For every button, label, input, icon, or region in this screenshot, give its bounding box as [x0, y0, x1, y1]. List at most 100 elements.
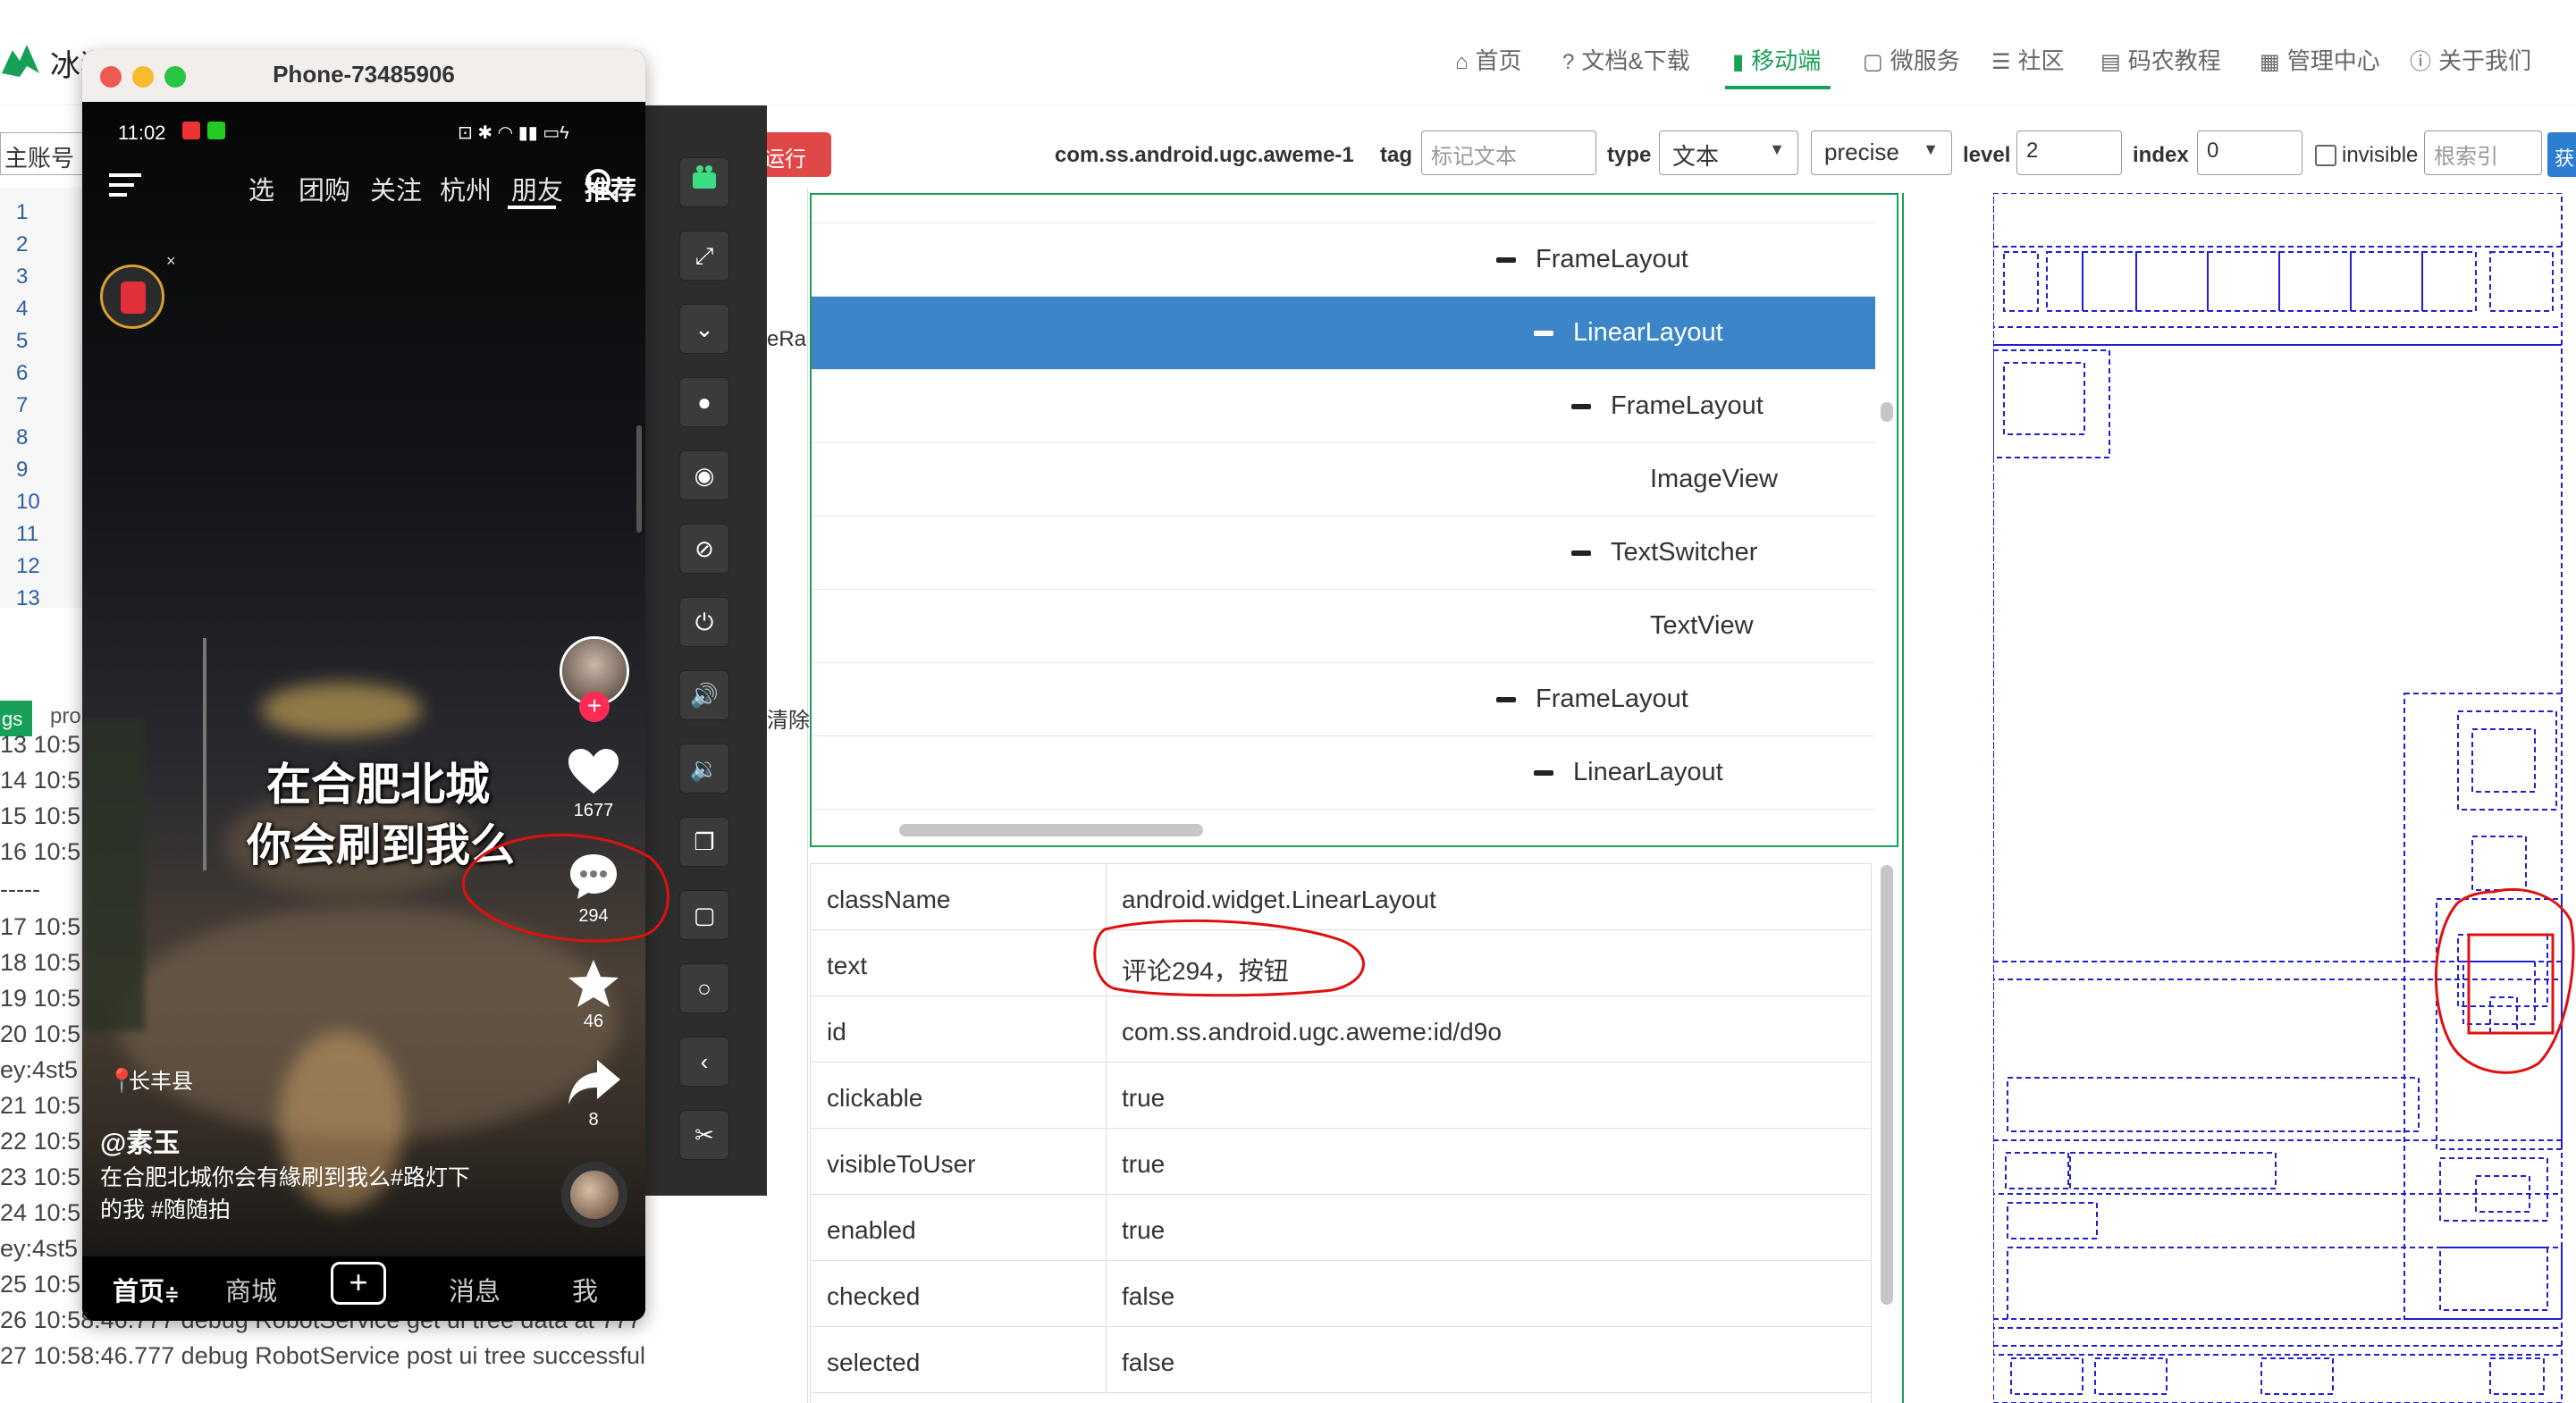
account-select[interactable]: 主账号 [0, 132, 86, 175]
eye-icon[interactable]: ◉ [679, 450, 729, 500]
tree-node[interactable]: TextView [812, 590, 1875, 663]
line-number: 13 [16, 586, 40, 610]
layout-bound-box [2471, 836, 2527, 891]
tag-input[interactable]: 标记文本 [1421, 130, 1596, 175]
menu-icon[interactable] [109, 173, 141, 200]
clear-button[interactable]: 清除 [767, 702, 810, 734]
tree-node[interactable]: FrameLayout [812, 370, 1875, 443]
tree-node[interactable]: TextSwitcher [812, 517, 1875, 590]
phone-window[interactable]: Phone-73485906 11:02 ⊡ ✱ ◠ ▮▮ ▭ϟ 选团购 关注 杭州… [82, 50, 645, 1321]
tree-node[interactable]: FrameLayout [812, 663, 1875, 736]
level-input[interactable]: 2 [2016, 130, 2122, 175]
log-line: 27 10:58:46.777 debug RobotService post … [0, 1342, 645, 1369]
favorite-star-icon[interactable] [567, 958, 620, 1014]
index-input[interactable]: 0 [2197, 130, 2302, 175]
property-scrollbar[interactable] [1881, 865, 1893, 1305]
nav-item-1[interactable]: ? 文档&下载 [1562, 43, 1690, 76]
root-index-input[interactable]: 根索引 [2424, 130, 2542, 175]
layout-bound-box [1993, 193, 2563, 1403]
red-packet-icon[interactable] [100, 265, 164, 329]
layout-bound-box [2069, 1152, 2277, 1189]
volume-down-icon[interactable]: 🔉 [679, 744, 729, 794]
share-arrow-icon[interactable] [567, 1058, 622, 1111]
layout-bound-box [1993, 193, 2563, 346]
tree-node[interactable]: TextView [812, 195, 1875, 223]
collapse-dash-icon[interactable] [1496, 697, 1516, 702]
column-divider [1106, 1195, 1107, 1261]
run-button[interactable]: 运行 [756, 132, 831, 177]
home-circle-icon[interactable]: ○ [679, 963, 729, 1013]
search-icon[interactable] [583, 166, 619, 206]
selected-node-box[interactable] [2467, 933, 2555, 1035]
bottom-tab-home[interactable]: 首页≑ [113, 1271, 180, 1308]
tree-node[interactable]: ImageView [812, 443, 1875, 517]
chevron-down-icon: ▼ [1769, 140, 1785, 158]
invisible-checkbox[interactable] [2315, 145, 2336, 166]
scissors-icon[interactable]: ✂ [679, 1110, 729, 1160]
bottom-tab-mall[interactable]: 商城 [225, 1271, 277, 1308]
line-number: 7 [16, 393, 29, 417]
tree-node[interactable]: LinearLayout [812, 736, 1875, 810]
fullscreen-icon[interactable]: ⤢ [679, 231, 729, 281]
copy-icon[interactable]: ❐ [679, 817, 729, 867]
ui-tree-panel[interactable]: TextView FrameLayout LinearLayout FrameLayo… [810, 193, 1898, 847]
get-button[interactable]: 获 [2547, 132, 2576, 177]
collapse-dash-icon[interactable] [1496, 257, 1516, 263]
type-select[interactable]: 文本 ▼ [1659, 130, 1798, 175]
tree-node[interactable]: LinearLayout [812, 297, 1875, 370]
nav-item-0[interactable]: ⌂ 首页 [1455, 43, 1522, 76]
nav-item-7[interactable]: ⓘ 关于我们 [2410, 43, 2531, 76]
nav-item-5[interactable]: ▤ 码农教程 [2100, 43, 2221, 76]
collapse-dash-icon[interactable] [1571, 550, 1591, 556]
phone-top-tab[interactable]: 团购 [299, 170, 350, 207]
tree-node[interactable]: FrameLayout [812, 223, 1875, 297]
music-disc-icon[interactable] [561, 1162, 627, 1228]
property-row: id com.ss.android.ugc.aweme:id/d9o [811, 996, 1871, 1063]
nav-item-4[interactable]: ☰ 社区 [1991, 43, 2065, 76]
comment-icon[interactable] [567, 851, 620, 907]
nav-item-2[interactable]: ▮ 移动端 [1732, 43, 1821, 76]
log-tab-pro[interactable]: pro [50, 704, 81, 729]
volume-up-icon[interactable]: 🔊 [679, 670, 729, 720]
log-line: 13 10:5 [0, 731, 81, 758]
close-icon[interactable]: × [166, 252, 176, 271]
phone-top-tab[interactable]: 杭州 [440, 170, 492, 207]
phone-top-tab[interactable]: 选 [248, 170, 274, 207]
square-icon[interactable]: ▢ [679, 890, 729, 940]
layout-bound-box [2350, 251, 2423, 312]
layout-bounds-diagram[interactable] [1993, 193, 2576, 1403]
phone-top-tab[interactable]: 朋友 [511, 170, 563, 207]
android-icon[interactable] [679, 157, 729, 207]
collapse-dash-icon[interactable] [1534, 770, 1553, 776]
match-select[interactable]: precise ▼ [1811, 130, 1952, 175]
tree-vertical-scrollbar[interactable] [1881, 402, 1893, 422]
bottom-tab-messages[interactable]: 消息 [449, 1271, 501, 1308]
nav-item-3[interactable]: ▢ 微服务 [1863, 43, 1960, 76]
back-icon[interactable]: ‹ [679, 1037, 729, 1087]
fox-logo-icon[interactable] [0, 38, 41, 82]
author-name[interactable]: @素玉 [100, 1121, 180, 1160]
phone-titlebar[interactable]: Phone-73485906 [82, 50, 645, 102]
tree-node-label: LinearLayout [1573, 758, 1723, 786]
bottom-tab-me[interactable]: 我 [572, 1271, 598, 1308]
location-tag[interactable]: 长丰县 [129, 1063, 193, 1095]
create-plus-button[interactable]: + [331, 1262, 386, 1305]
tree-horizontal-scrollbar[interactable] [899, 824, 1203, 836]
property-value: true [1122, 1150, 1166, 1178]
follow-plus-icon[interactable]: + [579, 692, 610, 722]
power-icon[interactable]: ⏻ [679, 597, 729, 647]
phone-top-tab[interactable]: 关注 [370, 170, 422, 207]
line-number: 2 [16, 232, 29, 256]
record-icon[interactable]: ● [679, 377, 729, 427]
like-heart-icon[interactable] [567, 747, 620, 800]
line-number: 4 [16, 297, 29, 321]
phone-scrollbar[interactable] [636, 425, 642, 533]
collapse-dash-icon[interactable] [1571, 404, 1591, 409]
layout-bound-box [1993, 961, 2563, 980]
property-key: enabled [827, 1216, 916, 1244]
collapse-icon[interactable]: ⌄ [679, 304, 729, 354]
nav-item-6[interactable]: ▦ 管理中心 [2260, 43, 2380, 76]
admin-icon: ▦ [2260, 50, 2280, 74]
eye-off-icon[interactable]: ⊘ [679, 524, 729, 574]
collapse-dash-icon[interactable] [1534, 331, 1553, 336]
